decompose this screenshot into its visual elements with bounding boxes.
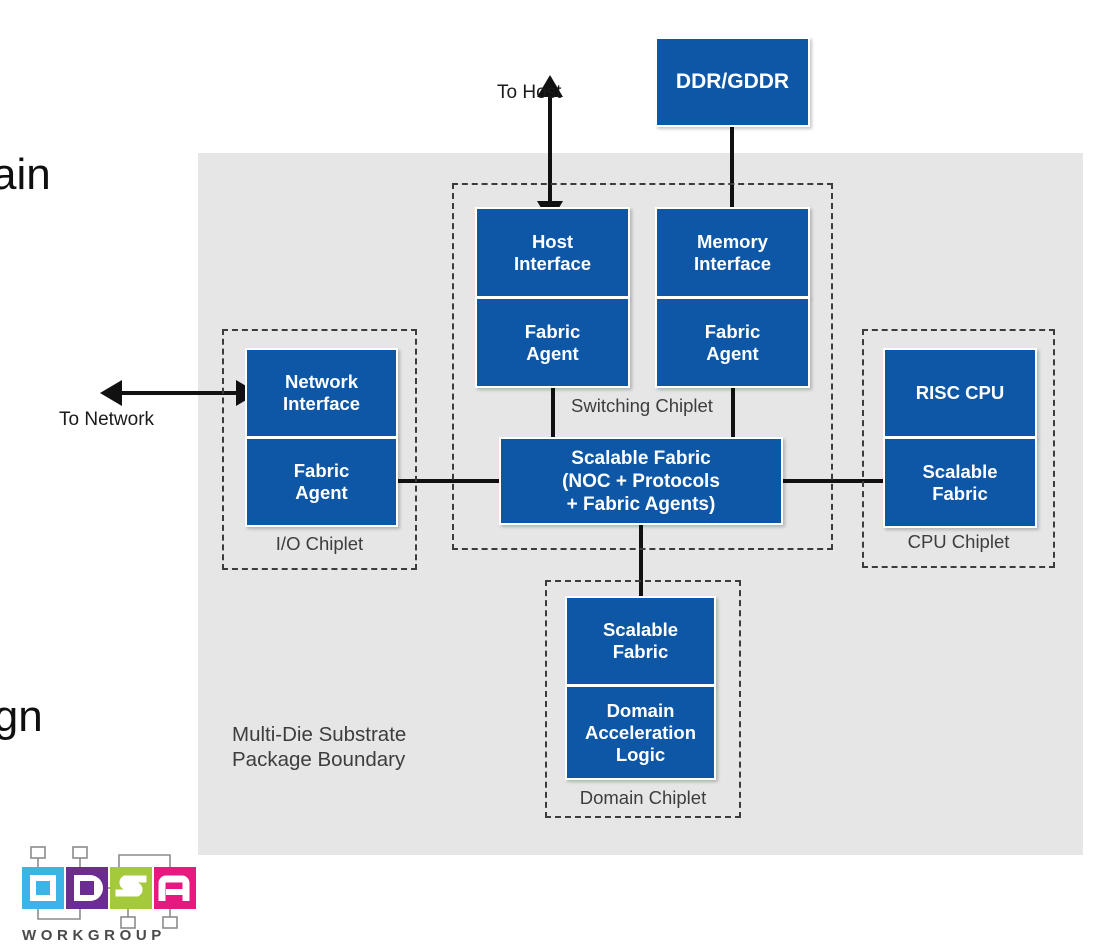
odsa-wordmark: WORKGROUP bbox=[22, 927, 166, 944]
slide-text-fragment-top: ain bbox=[0, 150, 51, 199]
block-memory-fabric-agent[interactable]: Fabric Agent bbox=[655, 297, 810, 388]
block-network-interface[interactable]: Network Interface bbox=[245, 348, 398, 438]
block-domain-acceleration-logic[interactable]: Domain Acceleration Logic bbox=[565, 685, 716, 780]
block-domain-scalable-fabric[interactable]: Scalable Fabric bbox=[565, 596, 716, 686]
chiplet-io-label: I/O Chiplet bbox=[275, 533, 364, 554]
block-io-fabric-agent[interactable]: Fabric Agent bbox=[245, 437, 398, 527]
chiplet-cpu-label: CPU Chiplet bbox=[907, 531, 1010, 552]
block-cpu-scalable-fabric[interactable]: Scalable Fabric bbox=[883, 437, 1037, 528]
slide-text-fragment-bottom: ign bbox=[0, 692, 43, 741]
block-memory-interface[interactable]: Memory Interface bbox=[655, 207, 810, 298]
block-scalable-fabric-main[interactable]: Scalable Fabric (NOC + Protocols + Fabri… bbox=[499, 437, 783, 525]
block-host-interface[interactable]: Host Interface bbox=[475, 207, 630, 298]
chiplet-switching-label: Switching Chiplet bbox=[571, 395, 713, 416]
slide-canvas: ain ign Multi-Die Substrate Package Boun… bbox=[0, 0, 1096, 952]
block-host-fabric-agent[interactable]: Fabric Agent bbox=[475, 297, 630, 388]
to-network-label: To Network bbox=[59, 409, 155, 430]
to-host-label: To Host bbox=[497, 82, 562, 103]
block-ddr-gddr[interactable]: DDR/GDDR bbox=[655, 37, 810, 127]
block-risc-cpu[interactable]: RISC CPU bbox=[883, 348, 1037, 438]
odsa-workgroup-logo[interactable] bbox=[20, 843, 220, 939]
package-boundary-label: Multi-Die Substrate Package Boundary bbox=[232, 723, 407, 771]
arrowhead-to-network-left bbox=[100, 380, 122, 406]
chiplet-domain-label: Domain Chiplet bbox=[579, 787, 707, 808]
